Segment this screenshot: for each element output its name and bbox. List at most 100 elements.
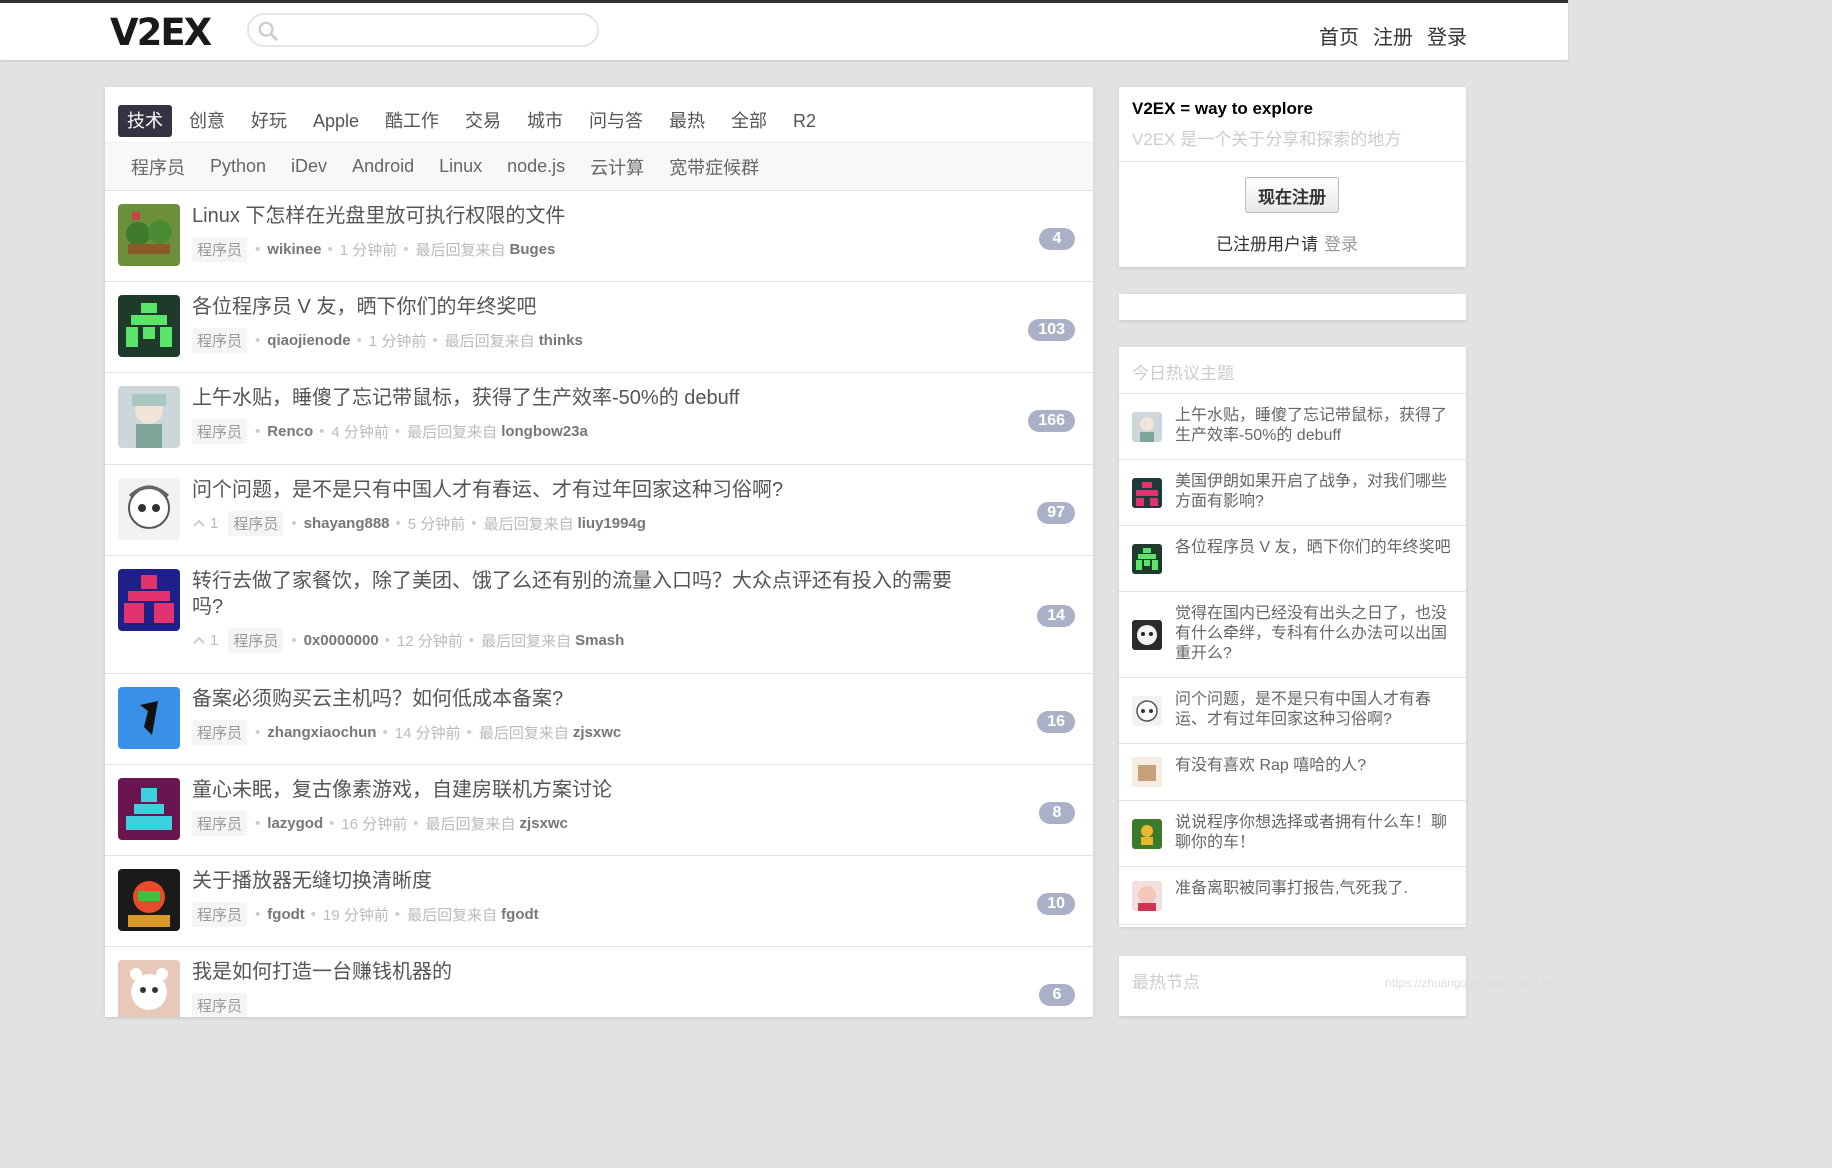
nav-signup-link[interactable]: 注册 (1373, 21, 1413, 50)
node-tag[interactable]: 程序员 (192, 901, 248, 927)
tab-10[interactable]: R2 (784, 105, 825, 137)
last-reply-user[interactable]: zjsxwc (520, 815, 568, 832)
hot-topic-item[interactable]: 说说程序你想选择或者拥有什么车！聊聊你的车！ (1119, 801, 1466, 867)
node-tag[interactable]: 程序员 (192, 810, 248, 836)
avatar[interactable] (1132, 478, 1162, 508)
subtab-6[interactable]: 云计算 (590, 154, 644, 180)
reply-count-badge[interactable]: 6 (1039, 984, 1075, 1006)
node-tag[interactable]: 程序员 (192, 992, 248, 1017)
tab-6[interactable]: 城市 (518, 105, 572, 137)
author-link[interactable]: lazygod (267, 815, 323, 832)
hot-topic-item[interactable]: 各位程序员 V 友，晒下你们的年终奖吧 (1119, 526, 1466, 592)
subtab-4[interactable]: Linux (439, 156, 482, 177)
tab-2[interactable]: 好玩 (242, 105, 296, 137)
topic-title-link[interactable]: 备案必须购买云主机吗？如何低成本备案? (192, 686, 967, 712)
avatar[interactable] (1132, 696, 1162, 726)
avatar[interactable] (1132, 819, 1162, 849)
author-link[interactable]: shayang888 (304, 515, 390, 532)
last-reply-user[interactable]: Buges (510, 241, 556, 258)
hot-topic-item[interactable]: 有没有喜欢 Rap 嘻哈的人? (1119, 744, 1466, 801)
reply-count-badge[interactable]: 14 (1037, 605, 1075, 627)
last-reply-user[interactable]: fgodt (501, 906, 538, 923)
topic-title-link[interactable]: 转行去做了家餐饮，除了美团、饿了么还有别的流量入口吗？大众点评还有投入的需要吗? (192, 568, 967, 620)
hot-topic-item[interactable]: 觉得在国内已经没有出头之日了，也没有什么牵绊，专科有什么办法可以出国重开么? (1119, 592, 1466, 678)
topic-title-link[interactable]: 各位程序员 V 友，晒下你们的年终奖吧 (192, 294, 967, 320)
author-link[interactable]: zhangxiaochun (267, 724, 376, 741)
node-tag[interactable]: 程序员 (228, 627, 284, 653)
reply-count-badge[interactable]: 97 (1037, 502, 1075, 524)
tab-3[interactable]: Apple (304, 105, 368, 137)
last-reply-user[interactable]: Smash (575, 632, 624, 649)
avatar[interactable] (1132, 881, 1162, 911)
author-link[interactable]: fgodt (267, 906, 304, 923)
tab-5[interactable]: 交易 (456, 105, 510, 137)
nav-login-link[interactable]: 登录 (1427, 21, 1467, 50)
node-tag[interactable]: 程序员 (228, 510, 284, 536)
avatar[interactable] (1132, 757, 1162, 787)
last-reply-user[interactable]: thinks (539, 332, 583, 349)
search-box[interactable] (247, 13, 599, 47)
subtab-1[interactable]: Python (210, 156, 266, 177)
reply-count-badge[interactable]: 10 (1037, 893, 1075, 915)
tab-9[interactable]: 全部 (722, 105, 776, 137)
topic-title-link[interactable]: 问个问题，是不是只有中国人才有春运、才有过年回家这种习俗啊? (192, 477, 967, 503)
subtab-7[interactable]: 宽带症候群 (669, 154, 759, 180)
signup-button[interactable]: 现在注册 (1245, 177, 1339, 213)
nav-home-link[interactable]: 首页 (1319, 21, 1359, 50)
author-link[interactable]: 0x0000000 (304, 632, 379, 649)
topic-title-link[interactable]: Linux 下怎样在光盘里放可执行权限的文件 (192, 203, 967, 229)
tab-4[interactable]: 酷工作 (376, 105, 448, 137)
hot-topic-item[interactable]: 上午水贴，睡傻了忘记带鼠标，获得了生产效率-50%的 debuff (1119, 394, 1466, 460)
hot-topic-title[interactable]: 美国伊朗如果开启了战争，对我们哪些方面有影响? (1175, 473, 1447, 510)
node-tag[interactable]: 程序员 (192, 418, 248, 444)
topic-title-link[interactable]: 上午水贴，睡傻了忘记带鼠标，获得了生产效率-50%的 debuff (192, 385, 967, 411)
hot-topic-title[interactable]: 各位程序员 V 友，晒下你们的年终奖吧 (1175, 539, 1451, 556)
login-link[interactable]: 登录 (1324, 235, 1358, 254)
last-reply-user[interactable]: liuy1994g (578, 515, 646, 532)
last-reply-user[interactable]: zjsxwc (573, 724, 621, 741)
node-tag[interactable]: 程序员 (192, 327, 248, 353)
hot-topic-title[interactable]: 问个问题，是不是只有中国人才有春运、才有过年回家这种习俗啊? (1175, 691, 1431, 728)
hot-topic-title[interactable]: 准备离职被同事打报告,气死我了. (1175, 880, 1408, 897)
avatar[interactable] (118, 478, 180, 540)
avatar[interactable] (1132, 412, 1162, 442)
avatar[interactable] (118, 386, 180, 448)
hot-topic-title[interactable]: 有没有喜欢 Rap 嘻哈的人? (1175, 757, 1366, 774)
last-reply-user[interactable]: longbow23a (501, 423, 588, 440)
logo[interactable]: V2EX (110, 11, 212, 54)
hot-topic-item[interactable]: 美国伊朗如果开启了战争，对我们哪些方面有影响? (1119, 460, 1466, 526)
avatar[interactable] (118, 869, 180, 931)
topic-title-link[interactable]: 童心未眠，复古像素游戏，自建房联机方案讨论 (192, 777, 967, 803)
reply-count-badge[interactable]: 16 (1037, 711, 1075, 733)
avatar[interactable] (118, 204, 180, 266)
subtab-3[interactable]: Android (352, 156, 414, 177)
reply-count-badge[interactable]: 103 (1028, 319, 1075, 341)
hot-topic-item[interactable]: 问个问题，是不是只有中国人才有春运、才有过年回家这种习俗啊? (1119, 678, 1466, 744)
node-tag[interactable]: 程序员 (192, 236, 248, 262)
avatar[interactable] (1132, 620, 1162, 650)
avatar[interactable] (118, 778, 180, 840)
tab-7[interactable]: 问与答 (580, 105, 652, 137)
author-link[interactable]: Renco (267, 423, 313, 440)
reply-count-badge[interactable]: 4 (1039, 228, 1075, 250)
tab-0[interactable]: 技术 (118, 104, 172, 137)
tab-8[interactable]: 最热 (660, 105, 714, 137)
hot-topic-title[interactable]: 说说程序你想选择或者拥有什么车！聊聊你的车！ (1175, 814, 1447, 851)
upvote-indicator[interactable]: 1 (192, 632, 218, 649)
search-input[interactable] (287, 21, 587, 41)
hot-topic-title[interactable]: 上午水贴，睡傻了忘记带鼠标，获得了生产效率-50%的 debuff (1175, 407, 1447, 444)
author-link[interactable]: wikinee (267, 241, 321, 258)
avatar[interactable] (118, 295, 180, 357)
hot-topic-title[interactable]: 觉得在国内已经没有出头之日了，也没有什么牵绊，专科有什么办法可以出国重开么? (1175, 605, 1447, 662)
avatar[interactable] (118, 960, 180, 1017)
avatar[interactable] (118, 687, 180, 749)
avatar[interactable] (118, 569, 180, 631)
upvote-indicator[interactable]: 1 (192, 515, 218, 532)
subtab-5[interactable]: node.js (507, 156, 565, 177)
reply-count-badge[interactable]: 8 (1039, 802, 1075, 824)
node-tag[interactable]: 程序员 (192, 719, 248, 745)
subtab-0[interactable]: 程序员 (131, 154, 185, 180)
avatar[interactable] (1132, 544, 1162, 574)
reply-count-badge[interactable]: 166 (1028, 410, 1075, 432)
subtab-2[interactable]: iDev (291, 156, 327, 177)
